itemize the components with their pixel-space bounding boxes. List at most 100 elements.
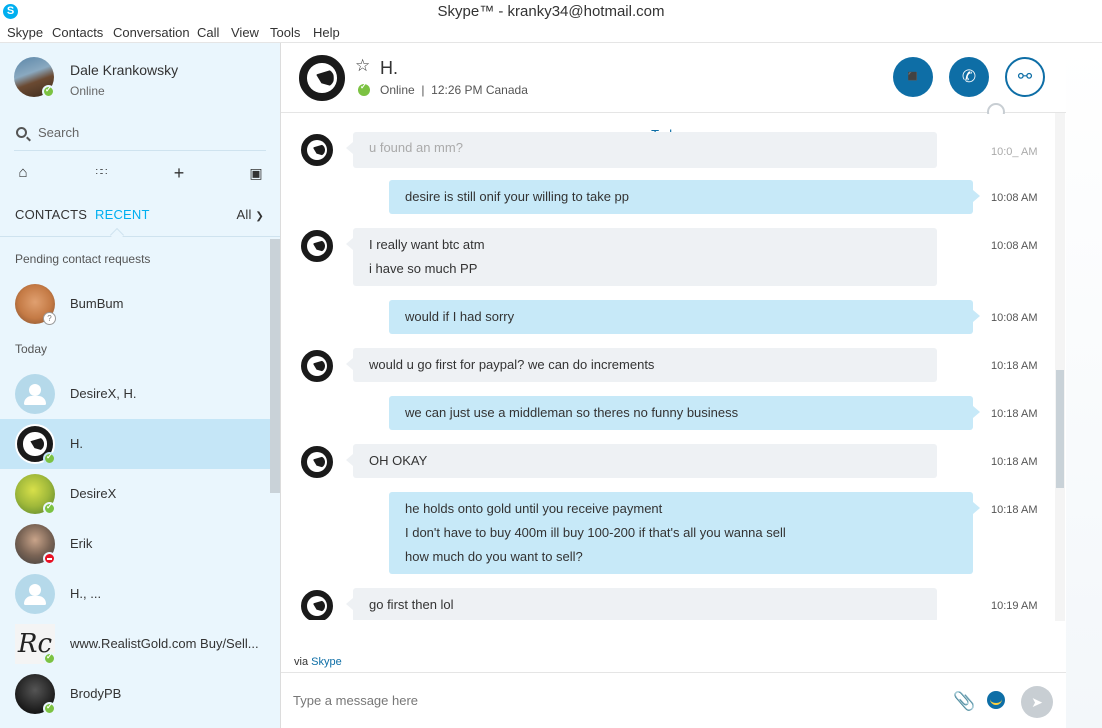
search-box[interactable] bbox=[14, 119, 266, 151]
online-status-icon bbox=[42, 85, 55, 98]
outgoing-message: desire is still onif your willing to tak… bbox=[389, 180, 980, 214]
search-icon bbox=[16, 127, 27, 138]
incoming-message: I really want btc atm i have so much PP bbox=[346, 228, 937, 286]
online-status-icon bbox=[43, 702, 56, 715]
send-button[interactable]: ➤ bbox=[1021, 686, 1053, 718]
online-status-icon bbox=[43, 452, 56, 465]
menu-view[interactable]: View bbox=[231, 25, 259, 40]
profile-area[interactable]: Dale Krankowsky Online bbox=[14, 57, 274, 101]
message-composer: 📎 ➤ bbox=[281, 672, 1066, 728]
contact-item-desirex[interactable]: DesireX bbox=[0, 469, 270, 519]
contact-item-desirex-h[interactable]: DesireX, H. bbox=[0, 369, 270, 419]
message-text: u found an mm? bbox=[369, 140, 463, 155]
contact-item-brodypb[interactable]: BrodyPB bbox=[0, 669, 270, 719]
message-time: 10:08 AM bbox=[991, 240, 1038, 252]
online-status-icon bbox=[43, 502, 56, 515]
menu-skype[interactable]: Skype bbox=[7, 25, 43, 40]
via-skype-link[interactable]: Skype bbox=[311, 656, 342, 668]
message-text: i have so much PP bbox=[369, 261, 478, 276]
menu-bar: Skype Contacts Conversation Call View To… bbox=[0, 23, 1102, 43]
send-arrow-icon: ➤ bbox=[1031, 694, 1043, 710]
contact-item-realistgold[interactable]: Rc www.RealistGold.com Buy/Sell... bbox=[0, 619, 270, 669]
paperclip-icon[interactable]: 📎 bbox=[953, 691, 975, 712]
contact-tabs: CONTACTS RECENT All ❯ bbox=[0, 203, 280, 243]
local-time: 12:26 PM Canada bbox=[431, 83, 528, 97]
tab-contacts[interactable]: CONTACTS bbox=[15, 207, 87, 222]
incoming-message: OH OKAY bbox=[346, 444, 937, 478]
message-text: OH OKAY bbox=[369, 453, 428, 468]
tab-pointer bbox=[109, 227, 125, 243]
group-icon bbox=[15, 374, 55, 414]
lion-avatar-icon bbox=[299, 228, 335, 264]
menu-help[interactable]: Help bbox=[313, 25, 340, 40]
sidebar: Dale Krankowsky Online ⌂ ∷∷ + ▣ CONTACTS… bbox=[0, 43, 281, 728]
menu-contacts[interactable]: Contacts bbox=[52, 25, 103, 40]
menu-call[interactable]: Call bbox=[197, 25, 219, 40]
message-text: desire is still onif your willing to tak… bbox=[405, 189, 629, 204]
my-name: Dale Krankowsky bbox=[70, 62, 179, 78]
pending-status-icon: ? bbox=[43, 312, 56, 325]
message-time: 10:0_ AM bbox=[991, 146, 1038, 158]
contact-name: BumBum bbox=[70, 296, 124, 311]
audio-call-button[interactable]: ✆ bbox=[949, 57, 989, 97]
contact-name: BrodyPB bbox=[70, 686, 122, 701]
menu-conversation[interactable]: Conversation bbox=[113, 25, 190, 40]
contact-item-erik[interactable]: Erik bbox=[0, 519, 270, 569]
add-person-icon: ⚯ bbox=[1017, 67, 1033, 86]
chat-scrollbar[interactable] bbox=[1055, 113, 1065, 621]
message-text: I don't have to buy 400m ill buy 100-200… bbox=[405, 525, 786, 540]
outgoing-message: we can just use a middleman so theres no… bbox=[389, 396, 980, 430]
incoming-message: u found an mm? bbox=[346, 132, 937, 168]
dialpad-icon[interactable]: ∷∷ bbox=[91, 163, 111, 183]
message-text: would if I had sorry bbox=[405, 309, 515, 324]
contact-name: DesireX bbox=[70, 486, 117, 501]
incoming-message: go first then lol bbox=[346, 588, 937, 620]
message-text: would u go first for paypal? we can do i… bbox=[369, 357, 655, 372]
via-prefix: via bbox=[294, 656, 309, 668]
status-text: Online bbox=[380, 83, 415, 97]
contact-item-h-group[interactable]: H., ... bbox=[0, 569, 270, 619]
message-time: 10:08 AM bbox=[991, 312, 1038, 324]
right-background-strip bbox=[1066, 43, 1102, 728]
filter-dropdown[interactable]: All ❯ bbox=[237, 207, 264, 222]
contact-item-h[interactable]: H. bbox=[0, 419, 270, 469]
message-text: we can just use a middleman so theres no… bbox=[405, 405, 739, 420]
message-text: go first then lol bbox=[369, 597, 454, 612]
bot-icon[interactable]: ▣ bbox=[246, 163, 266, 183]
tab-recent[interactable]: RECENT bbox=[95, 207, 150, 222]
lion-avatar-icon[interactable] bbox=[297, 53, 347, 103]
chat-scrollbar-thumb[interactable] bbox=[1056, 370, 1064, 488]
search-input[interactable] bbox=[38, 125, 258, 140]
message-input[interactable] bbox=[293, 693, 893, 708]
video-call-button[interactable]: ◾ bbox=[893, 57, 933, 97]
contact-name: www.RealistGold.com Buy/Sell... bbox=[70, 636, 259, 651]
sidebar-toolbar: ⌂ ∷∷ + ▣ bbox=[0, 163, 280, 187]
message-time: 10:19 AM bbox=[991, 600, 1038, 612]
chat-contact-name: H. bbox=[380, 58, 398, 78]
message-list: Today u found an mm? 10:0_ AM desire is … bbox=[281, 114, 1056, 620]
chat-header: ☆ H. Online | 12:26 PM Canada ◾ ✆ ⚯ bbox=[281, 43, 1066, 121]
home-icon[interactable]: ⌂ bbox=[13, 163, 33, 183]
add-people-button[interactable]: ⚯ bbox=[1005, 57, 1045, 97]
outgoing-message: he holds onto gold until you receive pay… bbox=[389, 492, 980, 574]
message-time: 10:08 AM bbox=[991, 192, 1038, 204]
message-time: 10:18 AM bbox=[991, 408, 1038, 420]
my-status[interactable]: Online bbox=[70, 84, 105, 98]
message-time: 10:18 AM bbox=[991, 360, 1038, 372]
message-text: how much do you want to sell? bbox=[405, 549, 583, 564]
filter-label: All bbox=[236, 207, 252, 222]
sidebar-scrollbar[interactable] bbox=[270, 239, 280, 493]
menu-tools[interactable]: Tools bbox=[270, 25, 300, 40]
via-label: via Skype bbox=[294, 656, 342, 668]
message-time: 10:18 AM bbox=[991, 456, 1038, 468]
contact-name: H., ... bbox=[70, 586, 102, 601]
add-icon[interactable]: + bbox=[169, 163, 189, 183]
favorite-star-icon[interactable]: ☆ bbox=[355, 56, 370, 76]
lion-avatar-icon bbox=[299, 132, 335, 168]
message-time: 10:18 AM bbox=[991, 504, 1038, 516]
emoticon-icon[interactable] bbox=[987, 691, 1005, 709]
contact-item-bumbum[interactable]: ? BumBum bbox=[0, 279, 270, 329]
chat-contact-status: Online | 12:26 PM Canada bbox=[380, 83, 528, 97]
message-text: he holds onto gold until you receive pay… bbox=[405, 501, 663, 516]
online-status-icon bbox=[358, 82, 370, 96]
